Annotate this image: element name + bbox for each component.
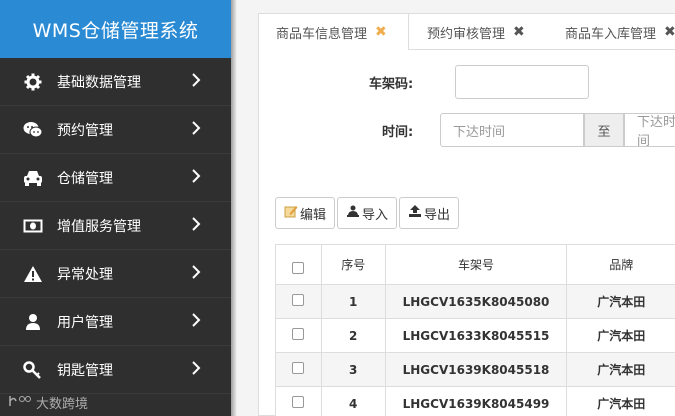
watermark-logo-icon (8, 394, 32, 412)
sidebar-item-booking[interactable]: 预约管理 (0, 106, 231, 154)
cell-index: 1 (320, 284, 386, 319)
cell-brand: 广汽本田 (566, 284, 675, 319)
car-icon (23, 168, 43, 188)
cell-index: 3 (320, 352, 386, 387)
cell-brand: 广汽本田 (566, 318, 675, 353)
table-row[interactable]: 2 LHGCV1633K8045515 广汽本田 (275, 318, 675, 353)
tab-vehicle-info[interactable]: 商品车信息管理 ✖ (259, 14, 409, 50)
sidebar-item-exception[interactable]: 异常处理 (0, 250, 231, 298)
time-separator: 至 (584, 113, 624, 147)
watermark: 大数跨境 (8, 393, 88, 412)
sidebar-item-label: 钥匙管理 (57, 362, 113, 379)
sidebar-item-label: 仓储管理 (57, 170, 113, 187)
col-header-brand[interactable]: 品牌 (566, 244, 675, 285)
cell-index: 4 (320, 386, 386, 416)
table-row[interactable]: 3 LHGCV1639K8045518 广汽本田 (275, 352, 675, 387)
sidebar-item-label: 基础数据管理 (57, 74, 141, 91)
import-label: 导入 (362, 207, 389, 223)
time-label: 时间: (382, 124, 414, 140)
app-root: WMS仓储管理系统 基础数据管理 预约管理 仓储管理 增值服务管理 异常处理 用… (0, 0, 675, 416)
tab-label: 商品车入库管理 (565, 26, 657, 42)
app-title: WMS仓储管理系统 (0, 0, 231, 58)
sidebar-item-label: 增值服务管理 (57, 218, 141, 235)
money-icon (23, 216, 43, 236)
time-end-input[interactable]: 下达时间 (624, 113, 675, 149)
close-icon[interactable]: ✖ (664, 24, 675, 40)
edit-button[interactable]: 编辑 (275, 197, 336, 229)
edit-label: 编辑 (300, 207, 327, 223)
vin-label: 车架码: (369, 76, 414, 92)
row-checkbox-cell[interactable] (275, 318, 322, 353)
chevron-right-icon (191, 361, 201, 379)
cell-vin: LHGCV1639K8045499 (384, 386, 568, 416)
close-icon[interactable]: ✖ (513, 24, 525, 40)
vehicle-table: 序号 车架号 品牌 1 LHGCV1635K8045080 广汽本田 2 LHG… (275, 244, 675, 416)
cell-brand: 广汽本田 (566, 386, 675, 416)
tab-label: 商品车信息管理 (276, 26, 368, 42)
gear-icon (23, 72, 43, 92)
chevron-right-icon (191, 217, 201, 235)
import-icon (346, 204, 362, 222)
tab-bar: 商品车信息管理 ✖ 预约审核管理 ✖ 商品车入库管理 ✖ (259, 14, 675, 50)
chevron-right-icon (191, 169, 201, 187)
watermark-text: 大数跨境 (36, 397, 89, 412)
tab-vehicle-inbound[interactable]: 商品车入库管理 ✖ (565, 14, 675, 50)
table-row[interactable]: 4 LHGCV1639K8045499 广汽本田 (275, 386, 675, 416)
export-button[interactable]: 导出 (399, 197, 460, 229)
chevron-right-icon (191, 121, 201, 139)
chat-icon (23, 120, 43, 140)
vin-input[interactable] (455, 65, 589, 99)
chevron-right-icon (191, 265, 201, 283)
cell-vin: LHGCV1639K8045518 (384, 352, 568, 387)
row-checkbox[interactable] (292, 328, 305, 340)
warning-icon (23, 264, 43, 284)
tab-booking-review[interactable]: 预约审核管理 ✖ (427, 14, 525, 50)
cell-brand: 广汽本田 (566, 352, 675, 387)
close-icon[interactable]: ✖ (375, 24, 387, 40)
sidebar-item-label: 预约管理 (57, 122, 113, 139)
sidebar: WMS仓储管理系统 基础数据管理 预约管理 仓储管理 增值服务管理 异常处理 用… (0, 0, 231, 416)
sidebar-item-users[interactable]: 用户管理 (0, 298, 231, 346)
cell-vin: LHGCV1635K8045080 (384, 284, 568, 319)
sidebar-item-basic-data[interactable]: 基础数据管理 (0, 58, 231, 106)
col-header-vin[interactable]: 车架号 (384, 244, 568, 285)
row-checkbox[interactable] (292, 396, 305, 408)
sidebar-item-value-added[interactable]: 增值服务管理 (0, 202, 231, 250)
edit-icon (284, 204, 300, 222)
time-filter: 时间: 下达时间 至 下达时间 (382, 113, 675, 149)
sidebar-item-keys[interactable]: 钥匙管理 (0, 346, 231, 394)
time-start-input[interactable]: 下达时间 (440, 113, 584, 147)
import-button[interactable]: 导入 (337, 197, 398, 229)
row-checkbox[interactable] (292, 294, 305, 306)
select-all-checkbox[interactable] (292, 262, 305, 274)
select-all-cell[interactable] (275, 244, 322, 285)
cell-vin: LHGCV1633K8045515 (384, 318, 568, 353)
user-icon (23, 312, 43, 332)
row-checkbox[interactable] (292, 362, 305, 374)
key-icon (23, 360, 43, 380)
main-panel: 商品车信息管理 ✖ 预约审核管理 ✖ 商品车入库管理 ✖ 车架码: 时间: 下达… (258, 13, 675, 416)
col-header-index[interactable]: 序号 (320, 244, 386, 285)
tab-label: 预约审核管理 (427, 26, 506, 42)
cell-index: 2 (320, 318, 386, 353)
vin-filter: 车架码: (369, 65, 589, 99)
row-checkbox-cell[interactable] (275, 386, 322, 416)
toolbar: 编辑 导入 导出 (275, 197, 461, 229)
chevron-right-icon (191, 313, 201, 331)
row-checkbox-cell[interactable] (275, 352, 322, 387)
table-row[interactable]: 1 LHGCV1635K8045080 广汽本田 (275, 284, 675, 319)
chevron-right-icon (191, 73, 201, 91)
sidebar-shadow (231, 0, 237, 416)
row-checkbox-cell[interactable] (275, 284, 322, 319)
table-header-row: 序号 车架号 品牌 (275, 244, 675, 285)
sidebar-item-storage[interactable]: 仓储管理 (0, 154, 231, 202)
export-label: 导出 (424, 207, 451, 223)
export-icon (408, 204, 424, 222)
sidebar-item-label: 异常处理 (57, 266, 113, 283)
sidebar-item-label: 用户管理 (57, 314, 113, 331)
